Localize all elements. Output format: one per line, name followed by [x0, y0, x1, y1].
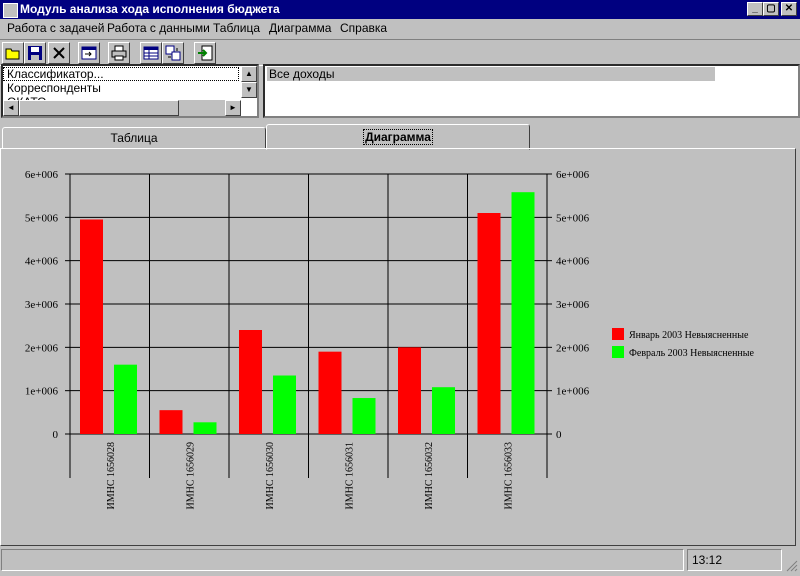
bar-january — [318, 351, 342, 434]
x-tick-label: ИМНС 1656028 — [106, 442, 117, 510]
horizontal-scrollbar[interactable]: ◄ ► — [3, 100, 241, 116]
scroll-left-button[interactable]: ◄ — [3, 100, 19, 116]
title-bar: Модуль анализа хода исполнения бюджета _… — [0, 0, 800, 19]
list-item-all-income[interactable]: Все доходы — [269, 67, 334, 81]
tab-table-label: Таблица — [110, 131, 158, 145]
y-tick-label-left: 5e+006 — [25, 212, 59, 224]
bar-january — [159, 410, 183, 434]
x-tick-label: ИМНС 1656032 — [424, 442, 435, 510]
bar-january — [477, 213, 501, 434]
import-icon — [81, 46, 97, 60]
y-tick-label-right: 4e+006 — [556, 256, 590, 268]
save-icon — [28, 46, 42, 60]
table-button[interactable] — [140, 42, 162, 64]
menu-table[interactable]: Таблица — [213, 21, 260, 35]
open-button[interactable] — [2, 42, 24, 64]
legend-swatch — [612, 328, 624, 340]
menu-task[interactable]: Работа с задачей — [7, 21, 104, 35]
x-tick-label: ИМНС 1656029 — [185, 442, 196, 510]
list-item-correspondents[interactable]: Корреспонденты — [7, 81, 101, 95]
resize-grip-icon[interactable] — [786, 560, 798, 572]
bar-february — [352, 398, 376, 434]
menu-data[interactable]: Работа с данными — [107, 21, 210, 35]
y-tick-label-right: 0 — [556, 429, 562, 441]
print-icon — [111, 45, 127, 61]
delete-icon — [53, 47, 65, 59]
tab-table[interactable]: Таблица — [2, 127, 266, 149]
y-tick-label-left: 1e+006 — [25, 386, 59, 398]
import-button[interactable] — [78, 42, 100, 64]
bar-january — [80, 219, 103, 434]
table-icon — [143, 46, 159, 60]
export-button[interactable] — [194, 42, 216, 64]
tab-chart[interactable]: Диаграмма — [266, 124, 530, 150]
legend-label: Февраль 2003 Невыясненные — [629, 348, 754, 359]
x-tick-label: ИМНС 1656031 — [344, 442, 355, 510]
status-time: 13:12 — [687, 549, 782, 571]
y-tick-label-left: 3e+006 — [25, 299, 59, 311]
recalc-button[interactable] — [162, 42, 184, 64]
bar-february — [511, 192, 535, 434]
scroll-right-button[interactable]: ► — [225, 100, 241, 116]
bar-january — [398, 347, 421, 434]
tab-chart-label: Диаграмма — [363, 129, 433, 145]
menu-help[interactable]: Справка — [340, 21, 387, 35]
save-button[interactable] — [24, 42, 46, 64]
export-icon — [198, 45, 213, 61]
scroll-down-button[interactable]: ▼ — [241, 82, 257, 98]
bar-january — [239, 330, 262, 434]
menu-bar: Работа с задачей Работа с данными Таблиц… — [0, 19, 800, 38]
maximize-button[interactable]: ▢ — [763, 2, 779, 16]
bar-february — [273, 375, 296, 434]
y-tick-label-left: 4e+006 — [25, 256, 59, 268]
y-tick-label-right: 1e+006 — [556, 386, 590, 398]
legend-label: Январь 2003 Невыясненные — [629, 330, 749, 341]
classifier-list[interactable]: Классификатор... Корреспонденты ОКАТО ▲ … — [1, 64, 259, 118]
status-bar — [1, 549, 684, 571]
x-tick-label: ИМНС 1656030 — [265, 442, 276, 510]
y-tick-label-right: 3e+006 — [556, 299, 590, 311]
income-list[interactable]: Все доходы — [263, 64, 800, 118]
y-tick-label-left: 6e+006 — [25, 169, 59, 181]
bar-february — [193, 422, 217, 434]
y-tick-label-left: 2e+006 — [25, 342, 59, 354]
close-button[interactable]: ✕ — [781, 2, 797, 16]
x-tick-label: ИМНС 1656033 — [503, 442, 514, 510]
print-button[interactable] — [108, 42, 130, 64]
recalc-icon — [165, 45, 181, 61]
delete-button[interactable] — [48, 42, 70, 64]
menu-chart[interactable]: Диаграмма — [269, 21, 331, 35]
app-icon — [3, 3, 18, 18]
open-icon — [5, 48, 20, 60]
bar-chart: 0 0 1e+006 1e+006 2e+006 2e+006 3e+006 3e+006 4e… — [25, 169, 755, 510]
window-title: Модуль анализа хода исполнения бюджета — [20, 2, 280, 16]
y-tick-label-right: 5e+006 — [556, 212, 590, 224]
bar-february — [432, 387, 455, 434]
scroll-thumb[interactable] — [19, 100, 179, 116]
toolbar — [0, 39, 800, 66]
y-tick-label-right: 6e+006 — [556, 169, 590, 181]
y-tick-label-left: 0 — [53, 429, 59, 441]
list-item-classifier[interactable]: Классификатор... — [7, 67, 104, 81]
y-tick-label-right: 2e+006 — [556, 342, 590, 354]
bar-february — [114, 364, 137, 434]
minimize-button[interactable]: _ — [747, 2, 763, 16]
scroll-up-button[interactable]: ▲ — [241, 66, 257, 82]
legend-swatch — [612, 346, 624, 358]
